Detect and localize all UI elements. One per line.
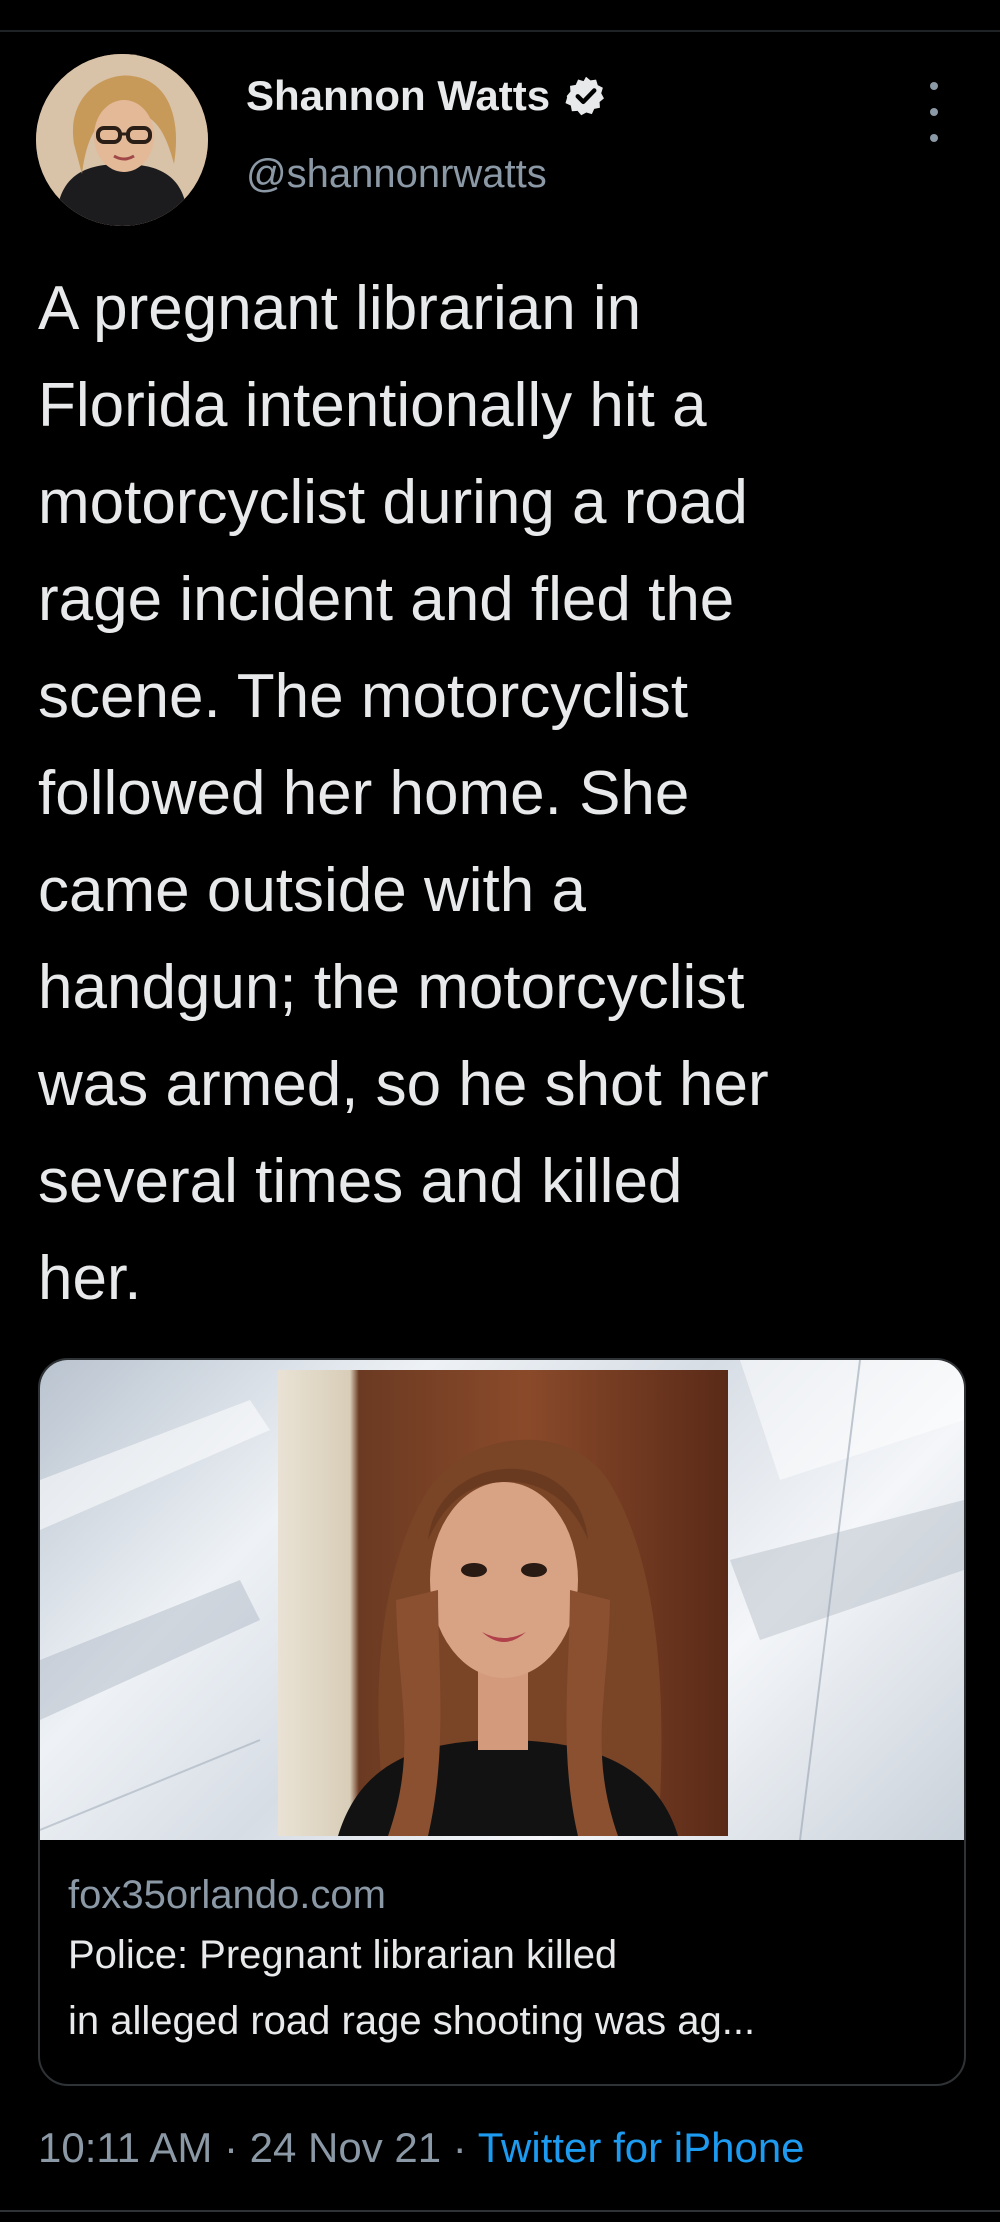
link-card-meta[interactable]: fox35orlando.com Police: Pregnant librar…: [68, 1868, 938, 2054]
tweet-metadata: 10:11 AM · 24 Nov 21 · Twitter for iPhon…: [38, 2124, 805, 2172]
author-display-name[interactable]: Shannon Watts: [246, 72, 550, 120]
bottom-divider: [0, 2210, 1000, 2212]
link-card[interactable]: fox35orlando.com Police: Pregnant librar…: [38, 1358, 966, 2086]
tweet-source-link[interactable]: Twitter for iPhone: [478, 2124, 805, 2171]
link-card-image[interactable]: [40, 1360, 964, 1840]
tweet-text: A pregnant librarian in Florida intentio…: [38, 274, 769, 1313]
meta-separator-2: ·: [441, 2124, 478, 2171]
meta-separator: ·: [212, 2124, 250, 2171]
tweet-date[interactable]: 24 Nov 21: [250, 2124, 441, 2171]
more-options-icon[interactable]: [914, 82, 954, 142]
author-handle[interactable]: @shannonrwatts: [246, 152, 547, 197]
avatar-photo-icon: [36, 54, 208, 226]
author-name-row[interactable]: Shannon Watts: [246, 72, 608, 120]
verified-badge-icon: [565, 76, 605, 116]
author-avatar[interactable]: [36, 54, 208, 226]
portrait-photo-icon: [338, 1439, 678, 1836]
article-photo: [278, 1370, 728, 1836]
link-card-title: Police: Pregnant librarian killed in all…: [68, 1933, 756, 2043]
link-card-domain: fox35orlando.com: [68, 1873, 386, 1917]
top-divider: [0, 30, 1000, 32]
tweet-time[interactable]: 10:11 AM: [38, 2124, 212, 2171]
